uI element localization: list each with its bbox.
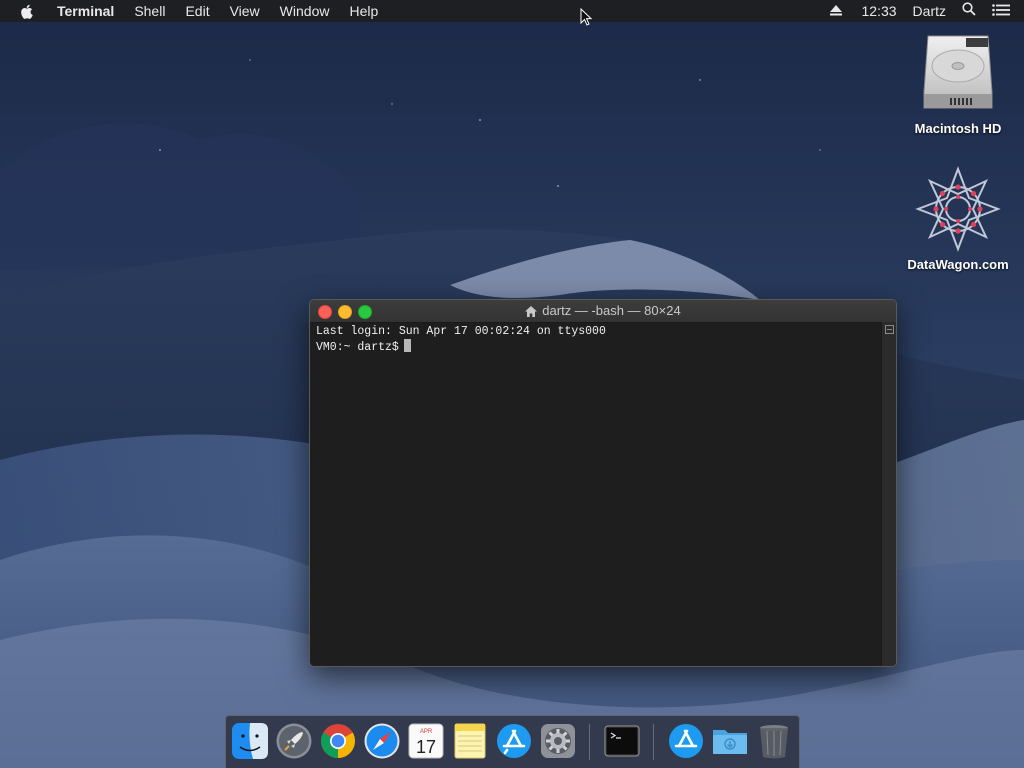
- menu-edit[interactable]: Edit: [175, 0, 219, 22]
- dock: APR 17: [225, 715, 800, 768]
- dock-item-downloads-folder[interactable]: [711, 722, 749, 760]
- terminal-title: dartz — -bash — 80×24: [310, 300, 896, 322]
- desktop-icon-label: DataWagon.com: [907, 257, 1009, 272]
- terminal-output[interactable]: Last login: Sun Apr 17 00:02:24 on ttys0…: [316, 325, 606, 355]
- menu-shell[interactable]: Shell: [124, 0, 175, 22]
- app-store-icon: [669, 724, 703, 758]
- terminal-window[interactable]: dartz — -bash — 80×24 Last login: Sun Ap…: [309, 299, 897, 667]
- calendar-month: APR: [420, 729, 433, 735]
- notification-center-icon[interactable]: [984, 0, 1024, 22]
- terminal-scrollbar[interactable]: [881, 322, 896, 666]
- safari-compass-icon: [364, 723, 400, 759]
- menu-view[interactable]: View: [220, 0, 270, 22]
- menu-clock[interactable]: 12:33: [850, 0, 905, 22]
- desktop: Terminal Shell Edit View Window Help 12:…: [0, 0, 1024, 768]
- terminal-line: Last login: Sun Apr 17 00:02:24 on ttys0…: [316, 325, 606, 338]
- terminal-title-text: dartz — -bash — 80×24: [542, 303, 681, 318]
- menu-user[interactable]: Dartz: [905, 0, 954, 22]
- hard-drive-icon: [923, 35, 993, 109]
- desktop-icon-datawagon[interactable]: DataWagon.com: [898, 166, 1018, 272]
- dock-item-launchpad[interactable]: [275, 722, 313, 760]
- dock-item-app-store[interactable]: [495, 722, 533, 760]
- terminal-icon: [604, 725, 640, 757]
- app-store-icon: [497, 724, 531, 758]
- gear-icon: [541, 724, 575, 758]
- dock-item-finder[interactable]: [231, 722, 269, 760]
- dock-item-system-preferences[interactable]: [539, 722, 577, 760]
- menu-window[interactable]: Window: [270, 0, 340, 22]
- split-pane-icon[interactable]: [885, 325, 894, 334]
- desktop-icon-macintosh-hd[interactable]: Macintosh HD: [898, 32, 1018, 136]
- terminal-prompt-line: VM0:~ dartz$: [316, 339, 606, 355]
- dock-item-calendar[interactable]: APR 17: [407, 722, 445, 760]
- dock-item-app-store-downloads[interactable]: [667, 722, 705, 760]
- mouse-pointer-icon: [580, 8, 592, 26]
- calendar-icon: APR 17: [408, 723, 444, 759]
- terminal-titlebar[interactable]: dartz — -bash — 80×24: [310, 300, 896, 323]
- dock-separator: [589, 724, 590, 760]
- dock-item-safari[interactable]: [363, 722, 401, 760]
- dock-item-terminal[interactable]: [603, 722, 641, 760]
- spotlight-search-icon[interactable]: [954, 0, 984, 22]
- finder-icon: [232, 723, 268, 759]
- text-cursor: [403, 339, 411, 352]
- calendar-day: 17: [416, 737, 436, 757]
- downloads-folder-icon: [713, 730, 747, 754]
- menu-app-name[interactable]: Terminal: [47, 0, 124, 22]
- dock-item-chrome[interactable]: [319, 722, 357, 760]
- menu-help[interactable]: Help: [339, 0, 388, 22]
- apple-menu-icon[interactable]: [0, 4, 47, 19]
- datawagon-logo-icon: [915, 166, 1001, 252]
- dock-item-trash[interactable]: [755, 722, 793, 760]
- dock-separator: [653, 724, 654, 760]
- eject-icon[interactable]: [822, 0, 850, 22]
- home-folder-icon: [525, 302, 538, 324]
- trash-icon: [760, 725, 788, 759]
- dock-item-notes[interactable]: [451, 722, 489, 760]
- chrome-icon: [321, 724, 355, 758]
- terminal-prompt: VM0:~ dartz$: [316, 341, 399, 354]
- menu-bar: Terminal Shell Edit View Window Help 12:…: [0, 0, 1024, 22]
- launchpad-rocket-icon: [276, 723, 312, 759]
- notes-icon: [454, 723, 486, 759]
- desktop-icon-label: Macintosh HD: [914, 121, 1002, 136]
